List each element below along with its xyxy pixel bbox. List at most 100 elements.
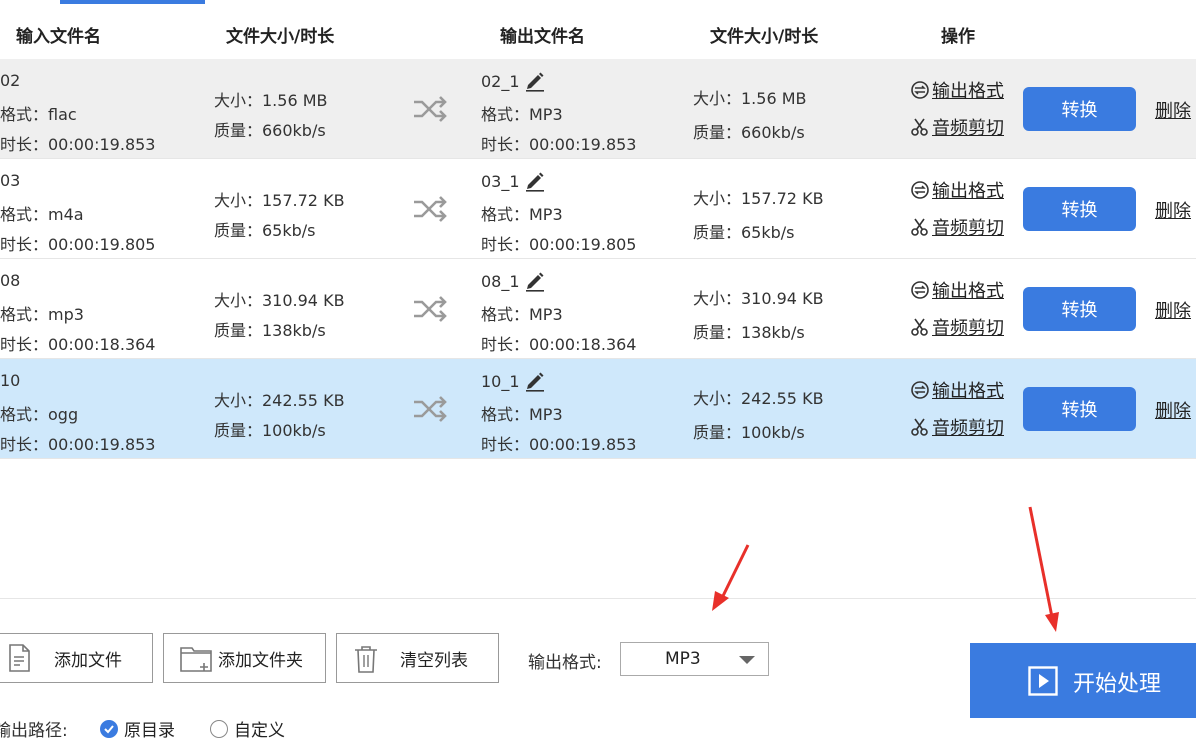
pencil-icon[interactable] [524, 70, 546, 92]
output-format-label: 输出格式 [932, 281, 1004, 302]
convert-button[interactable]: 转换 [1023, 187, 1136, 231]
input-quality: 质量：65kb/s [214, 221, 316, 240]
convert-button[interactable]: 转换 [1023, 387, 1136, 431]
convert-button[interactable]: 转换 [1023, 87, 1136, 131]
audio-cut-link[interactable]: 音频剪切 [910, 414, 1004, 440]
input-quality: 质量：138kb/s [214, 321, 326, 340]
shuffle-icon [414, 296, 447, 322]
output-format-link[interactable]: 输出格式 [910, 377, 1004, 403]
table-row[interactable]: 10 格式：ogg 时长：00:00:19.853 大小：242.55 KB 质… [0, 359, 1196, 459]
input-file-name: 08 [0, 271, 21, 290]
col-output-size: 文件大小/时长 [710, 27, 819, 47]
output-file-name: 02_1 [481, 71, 520, 91]
clear-list-label: 清空列表 [400, 650, 468, 671]
output-name-group: 03_1 [481, 169, 546, 193]
input-size: 大小：1.56 MB [214, 91, 328, 110]
add-file-icon [9, 644, 30, 672]
output-file-name: 10_1 [481, 371, 520, 391]
add-folder-button[interactable]: 添加文件夹 [163, 633, 326, 683]
clear-list-button[interactable]: 清空列表 [336, 633, 499, 683]
pencil-icon[interactable] [524, 270, 546, 292]
output-format-label: 输出格式 [932, 81, 1004, 102]
delete-link[interactable]: 删除 [1155, 397, 1191, 423]
table-row[interactable]: 08 格式：mp3 时长：00:00:18.364 大小：310.94 KB 质… [0, 259, 1196, 359]
audio-cut-label: 音频剪切 [932, 218, 1004, 239]
output-name-group: 08_1 [481, 269, 546, 293]
output-duration: 时长：00:00:19.853 [481, 435, 637, 454]
delete-link[interactable]: 删除 [1155, 297, 1191, 323]
input-file-name: 03 [0, 171, 21, 190]
pencil-icon[interactable] [524, 170, 546, 192]
annotation-arrow-start [1028, 506, 1059, 632]
output-quality: 质量：100kb/s [693, 423, 805, 442]
format-icon [911, 281, 929, 299]
divider [0, 598, 1196, 599]
add-file-label: 添加文件 [54, 650, 122, 671]
radio-custom-label: 自定义 [234, 721, 285, 741]
output-quality: 质量：660kb/s [693, 123, 805, 142]
output-format-link[interactable]: 输出格式 [910, 177, 1004, 203]
table-row[interactable]: 02 格式：flac 时长：00:00:19.853 大小：1.56 MB 质量… [0, 59, 1196, 159]
active-tab-indicator [60, 0, 205, 4]
radio-unchecked-icon [210, 719, 228, 738]
scissors-icon [911, 218, 928, 236]
output-format-label: 输出格式 [932, 181, 1004, 202]
output-quality: 质量：138kb/s [693, 323, 805, 342]
output-size: 大小：1.56 MB [693, 89, 807, 108]
audio-cut-link[interactable]: 音频剪切 [910, 214, 1004, 240]
output-format-label: 输出格式 [932, 381, 1004, 402]
radio-original-dir[interactable]: 原目录 [100, 716, 175, 741]
input-file-name: 10 [0, 371, 21, 390]
output-format: 格式：MP3 [481, 205, 563, 224]
output-format-select[interactable]: MP3 [620, 642, 769, 676]
table-row[interactable]: 03 格式：m4a 时长：00:00:19.805 大小：157.72 KB 质… [0, 159, 1196, 259]
input-file-name: 02 [0, 71, 21, 90]
file-list: 02 格式：flac 时长：00:00:19.853 大小：1.56 MB 质量… [0, 59, 1196, 459]
input-duration: 时长：00:00:19.853 [0, 135, 156, 154]
add-file-button[interactable]: 添加文件 [0, 633, 153, 683]
input-size: 大小：157.72 KB [214, 191, 345, 210]
output-quality: 质量：65kb/s [693, 223, 795, 242]
pencil-icon[interactable] [524, 370, 546, 392]
output-path-label: 输出路径: [0, 721, 68, 741]
output-size: 大小：310.94 KB [693, 289, 824, 308]
input-duration: 时长：00:00:19.805 [0, 235, 156, 254]
convert-button[interactable]: 转换 [1023, 287, 1136, 331]
shuffle-icon [414, 196, 447, 222]
output-name-group: 10_1 [481, 369, 546, 393]
input-quality: 质量：100kb/s [214, 421, 326, 440]
audio-cut-link[interactable]: 音频剪切 [910, 314, 1004, 340]
add-folder-icon [180, 647, 212, 672]
annotation-arrow-format [712, 544, 750, 611]
radio-custom-dir[interactable]: 自定义 [210, 716, 285, 741]
output-format-link[interactable]: 输出格式 [910, 277, 1004, 303]
output-file-name: 03_1 [481, 171, 520, 191]
delete-link[interactable]: 删除 [1155, 197, 1191, 223]
input-format: 格式：mp3 [0, 305, 84, 324]
input-duration: 时长：00:00:18.364 [0, 335, 156, 354]
format-icon [911, 181, 929, 199]
col-input-size: 文件大小/时长 [226, 27, 335, 47]
chevron-down-icon [739, 656, 755, 664]
delete-link[interactable]: 删除 [1155, 97, 1191, 123]
play-icon [1028, 666, 1058, 696]
audio-cut-link[interactable]: 音频剪切 [910, 114, 1004, 140]
input-duration: 时长：00:00:19.853 [0, 435, 156, 454]
output-format-link[interactable]: 输出格式 [910, 77, 1004, 103]
output-format-label: 输出格式: [528, 653, 602, 673]
start-processing-button[interactable]: 开始处理 [970, 643, 1196, 718]
output-duration: 时长：00:00:19.805 [481, 235, 637, 254]
output-format: 格式：MP3 [481, 105, 563, 124]
input-size: 大小：242.55 KB [214, 391, 345, 410]
radio-checked-icon [100, 719, 118, 738]
output-size: 大小：242.55 KB [693, 389, 824, 408]
radio-original-label: 原目录 [124, 721, 175, 741]
output-format: 格式：MP3 [481, 405, 563, 424]
audio-cut-label: 音频剪切 [932, 318, 1004, 339]
trash-icon [355, 646, 377, 673]
output-size: 大小：157.72 KB [693, 189, 824, 208]
audio-cut-label: 音频剪切 [932, 118, 1004, 139]
input-format: 格式：flac [0, 105, 77, 124]
format-icon [911, 381, 929, 399]
format-icon [911, 81, 929, 99]
